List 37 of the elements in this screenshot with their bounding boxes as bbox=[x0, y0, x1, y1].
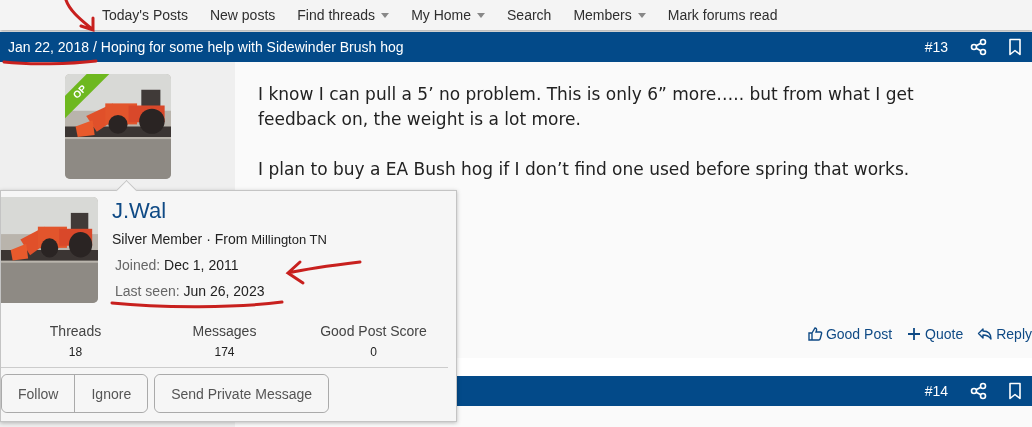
separator: / bbox=[91, 39, 98, 55]
member-fact: Joined: Dec 1, 2011 bbox=[115, 257, 240, 273]
nav-link[interactable]: Search bbox=[507, 7, 552, 23]
post-date-link[interactable]: Jan 22, 2018 bbox=[8, 39, 89, 55]
member-name-link[interactable]: J.Wal bbox=[112, 197, 327, 225]
nav-link[interactable]: My Home bbox=[411, 7, 486, 23]
stat-value: 174 bbox=[214, 345, 235, 359]
member-fact: Last seen: Jun 26, 2023 bbox=[115, 283, 266, 299]
stat-value: 18 bbox=[68, 345, 83, 359]
nav-link[interactable]: Members bbox=[573, 7, 646, 23]
post-number[interactable]: #13 bbox=[924, 39, 948, 55]
bookmark-icon[interactable] bbox=[1006, 382, 1024, 400]
share-icon[interactable] bbox=[970, 38, 988, 56]
member-action-button[interactable]: Send Private Message bbox=[155, 375, 329, 412]
post-paragraph: I plan to buy a EA Bush hog if I don’t find one used before spring that works. bbox=[258, 158, 911, 181]
nav-link[interactable]: Find threads bbox=[297, 7, 390, 23]
plus-icon bbox=[906, 326, 923, 342]
like-link[interactable]: Good Post bbox=[806, 326, 893, 342]
nav-link[interactable]: Mark forums read bbox=[667, 7, 778, 23]
post-paragraph: I know I can pull a 5’ no problem. This is only 6” more….. but from what I get feedback on, the weight is a lot more. bbox=[258, 83, 915, 131]
reply-icon bbox=[977, 326, 994, 342]
nav-link[interactable]: Today's Posts bbox=[102, 7, 188, 23]
member-title: Silver Member · From Millington TN bbox=[112, 231, 327, 247]
bookmark-icon[interactable] bbox=[1006, 38, 1024, 56]
share-icon[interactable] bbox=[970, 382, 988, 400]
stat-label: Messages bbox=[192, 323, 257, 339]
reply-link[interactable]: Reply bbox=[977, 326, 1032, 342]
stat-label: Good Post Score bbox=[320, 323, 427, 339]
nav-link[interactable]: New posts bbox=[209, 7, 276, 23]
thumbs-up-icon bbox=[806, 326, 823, 342]
stat-value: 0 bbox=[370, 345, 377, 359]
post-number[interactable]: #14 bbox=[924, 383, 948, 399]
stat-label: Threads bbox=[49, 323, 102, 339]
member-action-button[interactable]: Ignore bbox=[74, 375, 148, 412]
annotation-arrow bbox=[64, 0, 95, 32]
thread-title-link[interactable]: Hoping for some help with Sidewinder Brush hog bbox=[100, 39, 404, 55]
quote-link[interactable]: Quote bbox=[906, 326, 964, 342]
